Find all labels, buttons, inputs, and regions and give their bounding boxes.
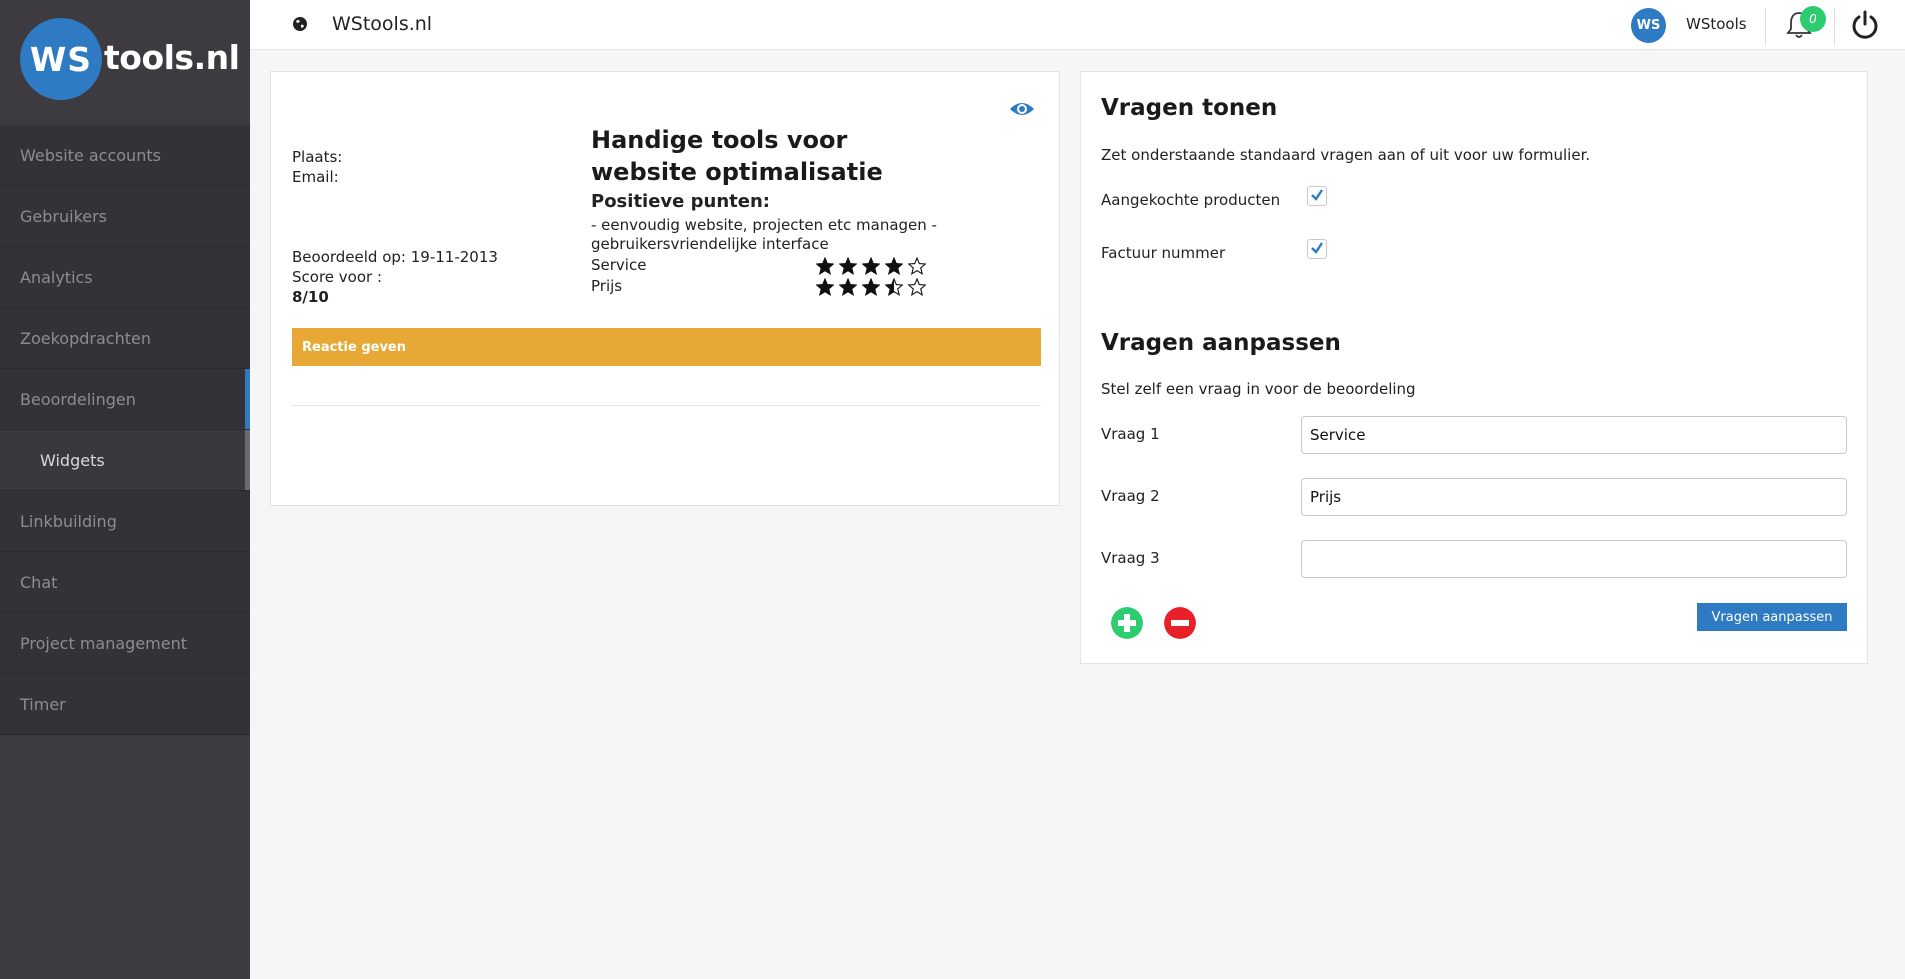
site-title[interactable]: WStools.nl: [332, 13, 432, 35]
invoice-number-checkbox[interactable]: [1307, 239, 1327, 259]
star-full-icon: [862, 278, 880, 296]
score-value: 8/10: [292, 288, 329, 306]
reply-button[interactable]: Reactie geven: [292, 328, 1041, 366]
logo[interactable]: WS tools.nl: [0, 0, 250, 125]
question-3-input[interactable]: [1301, 540, 1847, 578]
star-half-icon: [885, 278, 903, 296]
sidebar-item-chat[interactable]: Chat: [0, 552, 250, 613]
sidebar-item-website-accounts[interactable]: Website accounts: [0, 125, 250, 186]
sidebar-item-widgets[interactable]: Widgets: [0, 430, 250, 491]
show-questions-desc: Zet onderstaande standaard vragen aan of…: [1101, 146, 1591, 164]
question-1-input[interactable]: Service: [1301, 416, 1847, 454]
header-divider: [1834, 8, 1835, 46]
sidebar-item-linkbuilding[interactable]: Linkbuilding: [0, 491, 250, 552]
user-name[interactable]: WStools: [1686, 15, 1747, 33]
email-label: Email:: [292, 168, 339, 186]
sidebar-item-timer[interactable]: Timer: [0, 674, 250, 735]
review-title: Handige tools voor website optimalisatie: [591, 126, 883, 186]
star-empty-icon: [908, 278, 926, 296]
rating-label: Prijs: [591, 277, 623, 295]
sidebar-item-beoordelingen[interactable]: Beoordelingen: [0, 369, 250, 430]
sidebar-item-gebruikers[interactable]: Gebruikers: [0, 186, 250, 247]
star-empty-icon: [908, 257, 926, 275]
positive-title: Positieve punten:: [591, 191, 770, 212]
check-icon: [1311, 242, 1323, 254]
rated-on: Beoordeeld op: 19-11-2013: [292, 248, 498, 266]
divider: [292, 405, 1041, 406]
globe-icon: [293, 17, 307, 31]
sidebar-item-zoekopdrachten[interactable]: Zoekopdrachten: [0, 308, 250, 369]
edit-questions-desc: Stel zelf een vraag in voor de beoordeli…: [1101, 380, 1416, 398]
star-rating: [816, 278, 926, 296]
logo-badge: WS: [20, 18, 102, 100]
star-full-icon: [816, 278, 834, 296]
avatar[interactable]: WS: [1631, 8, 1666, 43]
sidebar: WS tools.nl Website accounts Gebruikers …: [0, 0, 250, 979]
remove-question-icon[interactable]: [1164, 607, 1196, 639]
star-full-icon: [862, 257, 880, 275]
header-divider: [1765, 8, 1766, 46]
rating-label: Service: [591, 256, 647, 274]
positive-text: - eenvoudig website, projecten etc manag…: [591, 216, 937, 253]
purchased-products-checkbox[interactable]: [1307, 186, 1327, 206]
star-full-icon: [816, 257, 834, 275]
rating-row: Service: [591, 256, 971, 276]
power-icon[interactable]: [1849, 9, 1881, 41]
star-full-icon: [839, 278, 857, 296]
update-questions-button[interactable]: Vragen aanpassen: [1697, 603, 1847, 631]
top-header: WStools.nl WS WStools 0: [250, 0, 1905, 50]
review-card: Plaats: Email: Beoordeeld op: 19-11-2013…: [270, 71, 1060, 506]
logo-text: tools.nl: [104, 38, 240, 77]
notification-badge: 0: [1800, 6, 1826, 32]
rating-row: Prijs: [591, 277, 971, 297]
show-questions-title: Vragen tonen: [1101, 95, 1278, 121]
eye-icon[interactable]: [1009, 100, 1035, 118]
toggle-label: Aangekochte producten: [1101, 191, 1281, 209]
question-label: Vraag 1: [1101, 425, 1160, 443]
question-label: Vraag 3: [1101, 549, 1160, 567]
star-rating: [816, 257, 926, 275]
question-2-input[interactable]: Prijs: [1301, 478, 1847, 516]
star-full-icon: [839, 257, 857, 275]
edit-questions-title: Vragen aanpassen: [1101, 330, 1341, 356]
check-icon: [1311, 189, 1323, 201]
star-full-icon: [885, 257, 903, 275]
question-label: Vraag 2: [1101, 487, 1160, 505]
toggle-label: Factuur nummer: [1101, 244, 1226, 262]
sidebar-item-analytics[interactable]: Analytics: [0, 247, 250, 308]
add-question-icon[interactable]: [1111, 607, 1143, 639]
place-label: Plaats:: [292, 148, 343, 166]
questions-card: Vragen tonen Zet onderstaande standaard …: [1080, 71, 1868, 664]
score-label: Score voor :: [292, 268, 382, 286]
sidebar-item-project-management[interactable]: Project management: [0, 613, 250, 674]
